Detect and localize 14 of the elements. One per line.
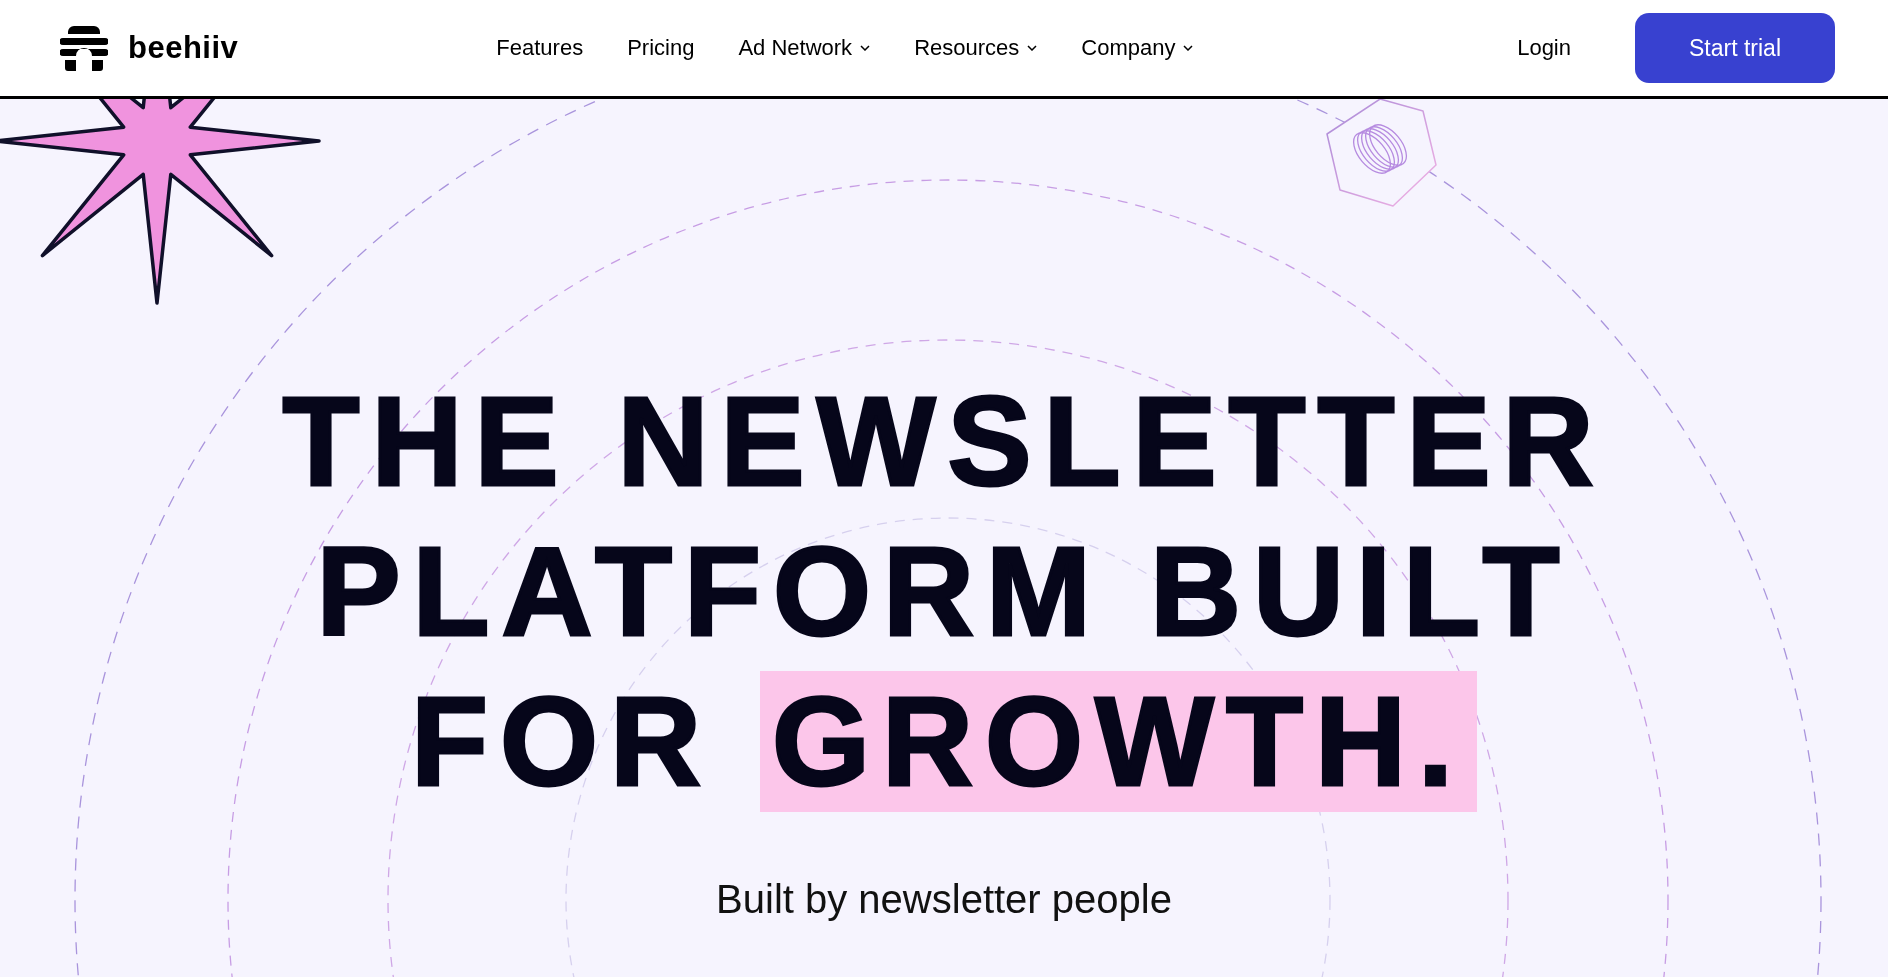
chevron-down-icon [860,45,871,51]
nav-link[interactable]: Pricing [627,35,695,61]
beehive-icon [60,25,108,71]
nav-link[interactable]: Ad Network [738,35,871,61]
nav-link[interactable]: Features [496,35,584,61]
start-trial-button[interactable]: Start trial [1635,13,1835,83]
nav-link[interactable]: Company [1081,35,1194,61]
nav-link[interactable]: Resources [914,35,1038,61]
login-link[interactable]: Login [1517,35,1571,61]
headline: THE NEWSLETTER PLATFORM BUILT FOR GROWTH. [282,370,1606,814]
chevron-down-icon [1183,45,1194,51]
subtitle: Built by newsletter people [716,876,1172,923]
chevron-down-icon [1027,45,1038,51]
logo[interactable]: beehiiv [60,25,239,71]
